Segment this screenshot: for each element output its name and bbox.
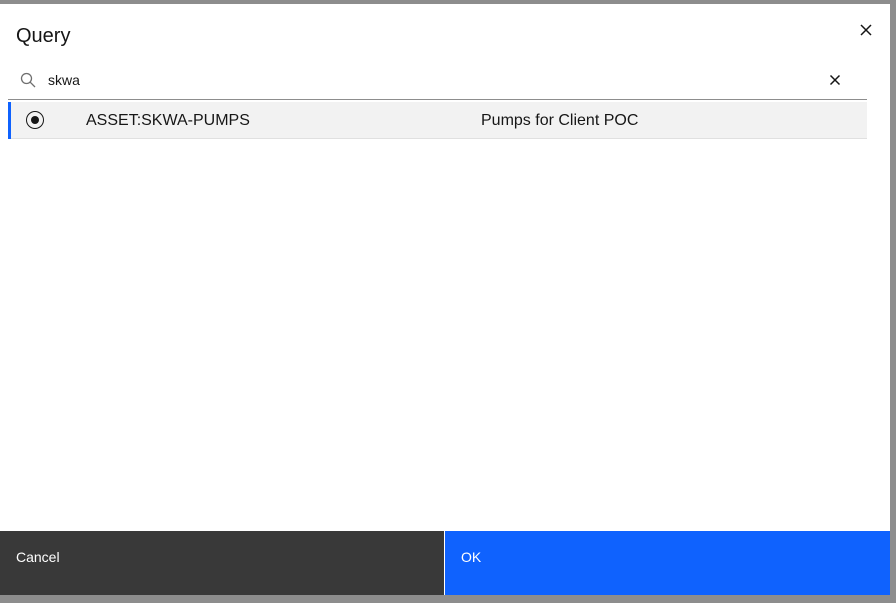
- close-button[interactable]: [852, 16, 880, 44]
- search-bar: [8, 60, 867, 100]
- dialog-title: Query: [16, 25, 71, 47]
- query-dialog: Query ASSET:SKWA-PUMPS Pumps for Client …: [0, 4, 890, 595]
- selected-row-indicator: [8, 102, 11, 139]
- clear-search-button[interactable]: [823, 68, 847, 92]
- radio-selected-dot: [30, 115, 39, 124]
- row-radio-button[interactable]: [26, 111, 44, 129]
- ok-button-label: OK: [461, 549, 482, 565]
- dialog-footer: Cancel OK: [0, 531, 890, 595]
- clear-icon: [829, 74, 841, 86]
- ok-button[interactable]: OK: [445, 531, 890, 595]
- result-name: ASSET:SKWA-PUMPS: [86, 112, 250, 129]
- cancel-button[interactable]: Cancel: [0, 531, 444, 595]
- search-input[interactable]: [48, 66, 808, 94]
- close-icon: [860, 24, 872, 36]
- cancel-button-label: Cancel: [16, 549, 60, 565]
- result-row[interactable]: ASSET:SKWA-PUMPS Pumps for Client POC: [8, 102, 867, 139]
- result-description: Pumps for Client POC: [481, 112, 639, 129]
- search-icon: [20, 72, 36, 88]
